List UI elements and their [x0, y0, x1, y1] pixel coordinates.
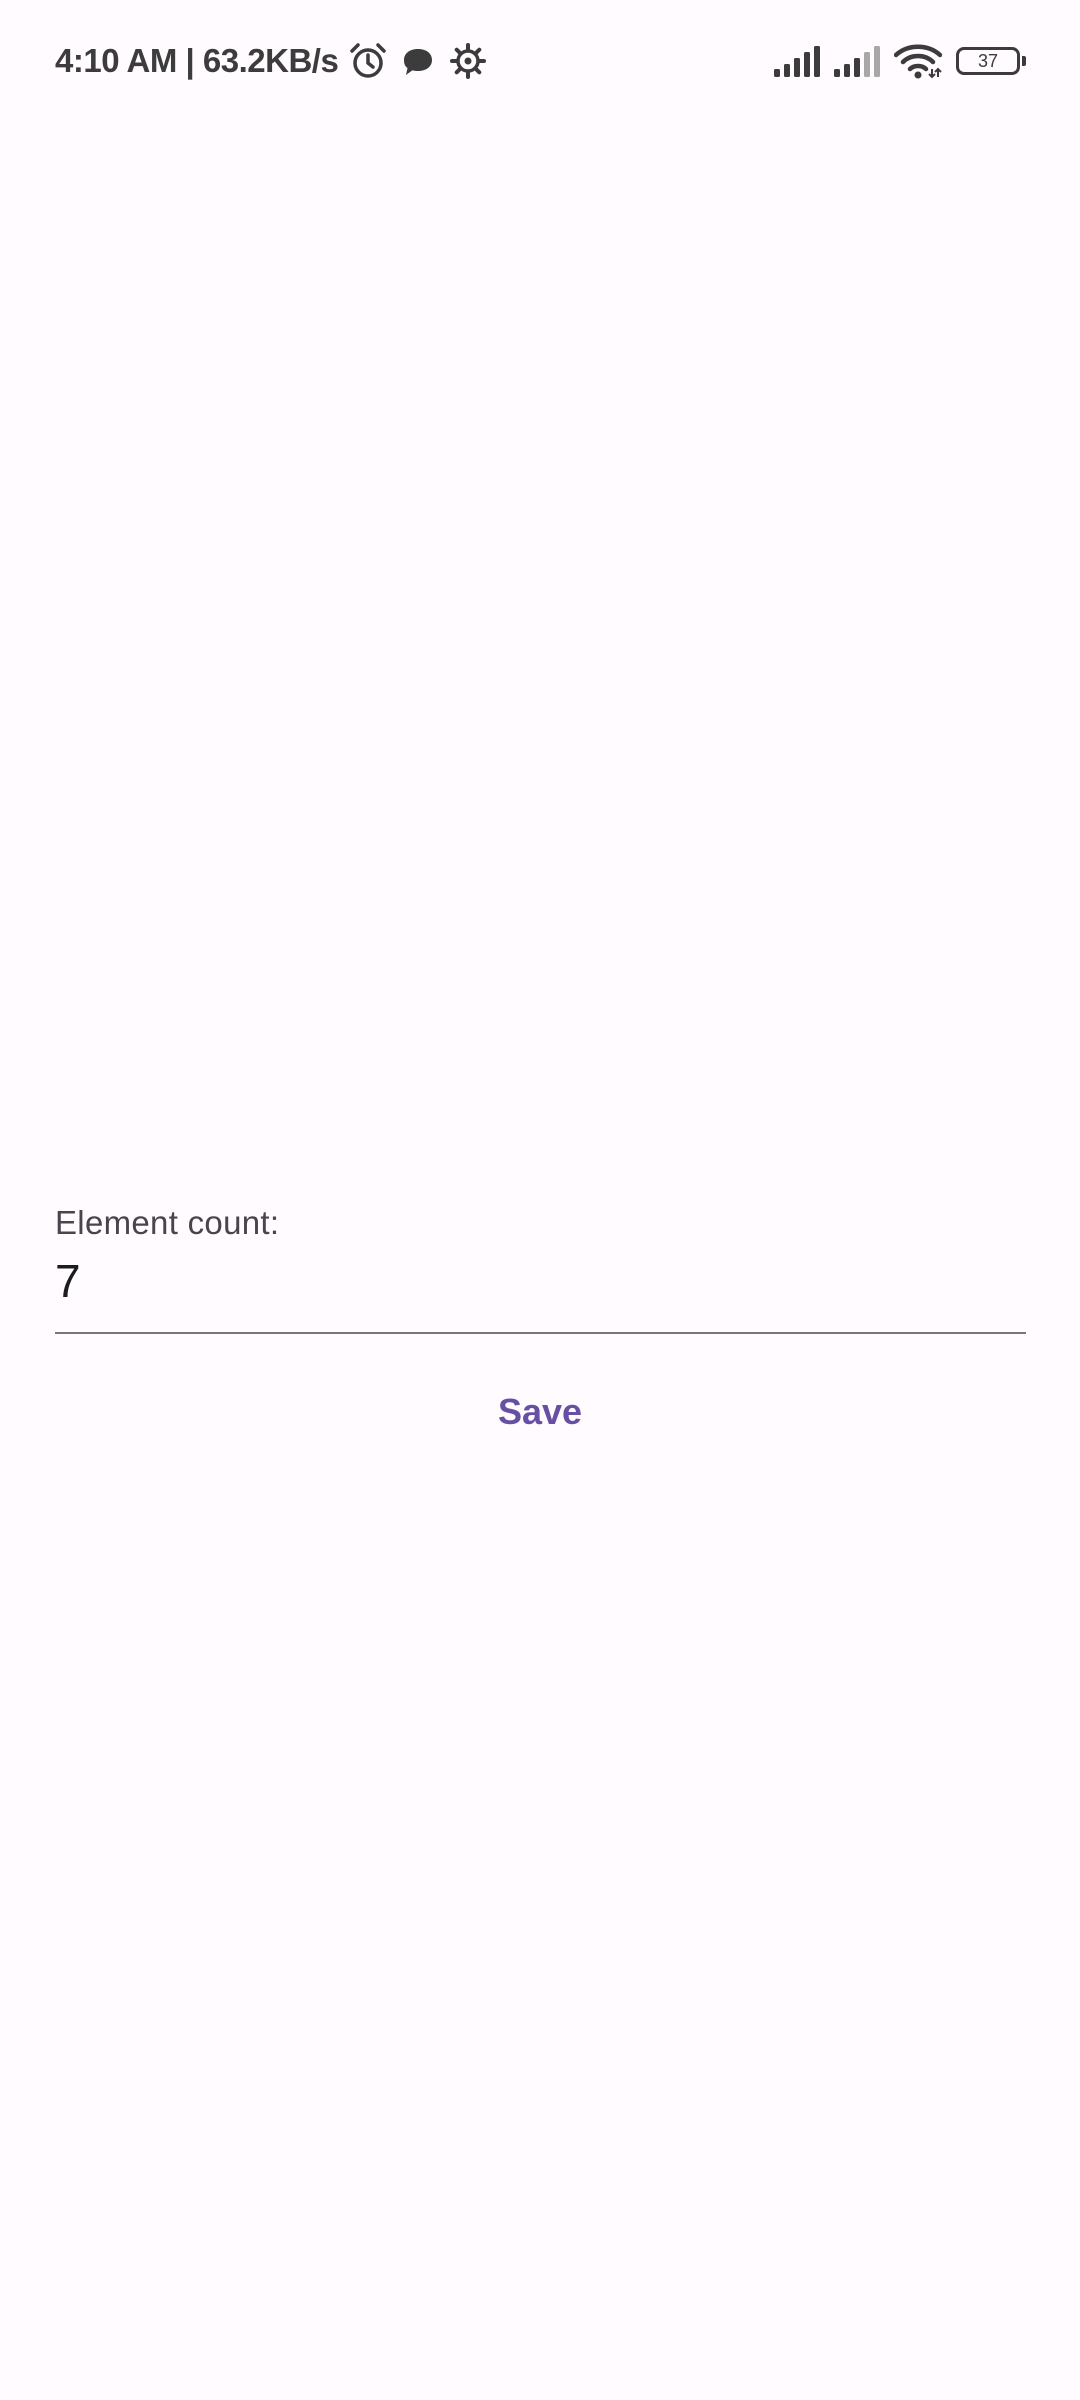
status-bar: 4:10 AM | 63.2KB/s 37	[0, 0, 1080, 120]
element-count-input[interactable]	[55, 1252, 1026, 1334]
status-bar-right: 37	[762, 38, 1026, 84]
settings-gear-icon	[448, 41, 488, 81]
element-count-label: Element count:	[55, 1204, 280, 1241]
save-button[interactable]: Save	[450, 1370, 630, 1454]
battery-level: 37	[977, 51, 999, 71]
battery-icon: 37	[956, 47, 1026, 75]
signal-sim2-icon	[834, 45, 882, 77]
chat-bubble-icon	[398, 41, 438, 81]
alarm-icon	[348, 41, 388, 81]
status-bar-left: 4:10 AM | 63.2KB/s	[55, 38, 488, 84]
element-count-form: Element count:	[55, 1200, 1026, 1334]
signal-sim1-icon	[774, 45, 822, 77]
status-time-and-speed: 4:10 AM | 63.2KB/s	[55, 42, 339, 79]
wifi-icon	[894, 43, 942, 79]
